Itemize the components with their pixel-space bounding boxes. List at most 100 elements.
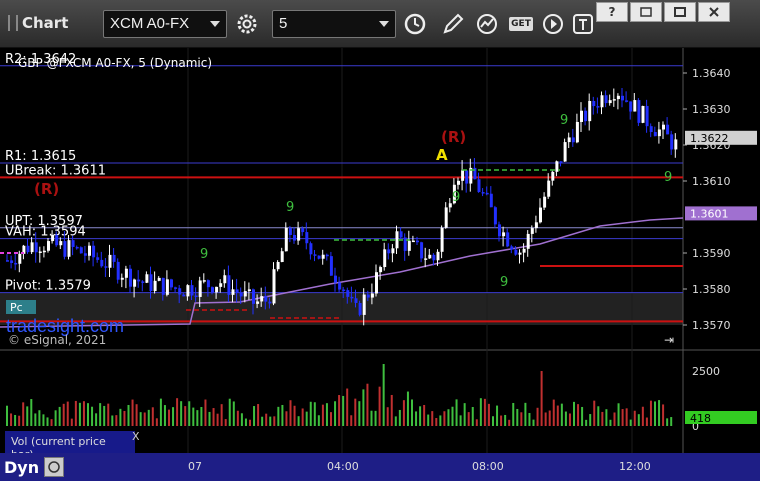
volume-bar [163, 405, 166, 426]
volume-bar [605, 409, 608, 426]
time-button[interactable] [400, 10, 430, 38]
volume-bar [82, 401, 85, 426]
play-button[interactable] [538, 10, 568, 38]
volume-bar [411, 399, 413, 426]
price-bar [30, 242, 34, 253]
maximize-button[interactable] [664, 2, 696, 22]
price-bar [321, 254, 325, 259]
volume-bar [423, 404, 426, 426]
volume-bar [621, 409, 624, 426]
last-price-label: 1.3622 [690, 132, 729, 145]
price-bar [666, 124, 670, 135]
chevron-down-icon[interactable] [210, 21, 220, 27]
price-bar [120, 277, 124, 280]
price-tick-label: 1.3590 [692, 247, 731, 260]
chart-area[interactable]: R2: 1.3642 R1: 1.3615 UBreak: 1.3611 UPT: 1… [0, 48, 760, 481]
dyn-toggle-button[interactable] [44, 457, 64, 477]
volume-bar [14, 414, 17, 426]
price-bar [366, 294, 370, 298]
price-bar [580, 110, 583, 122]
template-button[interactable] [568, 10, 598, 38]
price-bar [141, 281, 145, 283]
volume-bar [277, 406, 280, 426]
volume-bar [609, 419, 612, 426]
price-chart[interactable]: R2: 1.3642R1: 1.3615UBreak: 1.3611UPT: 1… [0, 48, 760, 481]
price-bar [243, 291, 247, 297]
price-bar [510, 246, 514, 250]
volume-bar [330, 412, 332, 426]
price-bar [596, 106, 600, 108]
price-bar [51, 235, 55, 242]
volume-bar [269, 416, 272, 426]
volume-bar [500, 415, 503, 426]
price-bar [424, 258, 428, 260]
volume-bar [362, 389, 365, 426]
price-bar [625, 100, 629, 102]
price-bar [522, 248, 526, 253]
price-bar [170, 279, 173, 288]
volume-bar [192, 407, 195, 426]
volume-bar [504, 414, 507, 426]
price-bar [256, 301, 260, 304]
price-bar [116, 261, 120, 280]
chevron-down-icon[interactable] [379, 21, 389, 27]
get-data-button[interactable]: GET [506, 10, 536, 38]
studies-button[interactable] [472, 10, 502, 38]
settings-button[interactable] [232, 10, 262, 38]
interval-input[interactable]: 5 [272, 10, 396, 38]
volume-bar [115, 415, 118, 426]
volume-bar [176, 398, 179, 426]
volume-bar [261, 416, 264, 426]
price-bar [104, 266, 108, 268]
volume-bar [34, 413, 37, 426]
close-icon [709, 7, 719, 17]
price-bar [420, 242, 424, 259]
volume-bar [289, 400, 292, 426]
price-bar [399, 231, 403, 238]
nine-count-marker: 9 [560, 113, 568, 128]
help-button[interactable]: ? [596, 2, 628, 22]
price-bar [645, 105, 649, 127]
volume-bar [402, 400, 405, 426]
volume-bar [143, 412, 146, 426]
interval-value: 5 [279, 15, 288, 32]
time-tick: 08:00 [472, 460, 504, 473]
volume-bar [38, 410, 41, 426]
dyn-toggle-icon [48, 461, 60, 473]
volume-bar [516, 408, 519, 426]
volume-bar [155, 418, 158, 426]
price-bar [407, 240, 411, 251]
price-bar [621, 95, 624, 101]
volume-bar [236, 410, 239, 426]
price-bar [153, 280, 157, 292]
volume-bar [200, 406, 203, 426]
volume-bar [382, 364, 385, 426]
nine-count-marker: 9 [286, 200, 294, 215]
price-bar [383, 249, 387, 268]
symbol-input[interactable]: XCM A0-FX [103, 10, 227, 38]
price-tick-label: 1.3630 [692, 103, 731, 116]
price-bar [194, 295, 198, 298]
price-bar [223, 275, 227, 284]
price-bar [276, 261, 280, 270]
volume-bar [313, 402, 316, 426]
volume-bar [431, 411, 434, 426]
scroll-right-icon[interactable]: ⇥ [664, 333, 674, 347]
price-bar [309, 243, 313, 255]
volume-label: Vol (current price bar) [5, 431, 135, 461]
close-button[interactable] [698, 2, 730, 22]
volume-bar [577, 404, 580, 426]
price-bar [498, 224, 501, 237]
drag-grip-icon[interactable] [8, 15, 18, 31]
nine-count-marker: 9 [664, 170, 672, 185]
draw-button[interactable] [438, 10, 468, 38]
volume-bar [471, 406, 474, 426]
volume-bar [641, 406, 644, 426]
price-bar [137, 279, 141, 282]
volume-close-icon[interactable]: X [132, 430, 140, 443]
toolbar: Chart XCM A0-FX 5 GET ? [0, 0, 760, 48]
restore-button[interactable] [630, 2, 662, 22]
price-bar [506, 232, 510, 247]
volume-bar [342, 395, 345, 426]
price-bar [489, 193, 493, 208]
